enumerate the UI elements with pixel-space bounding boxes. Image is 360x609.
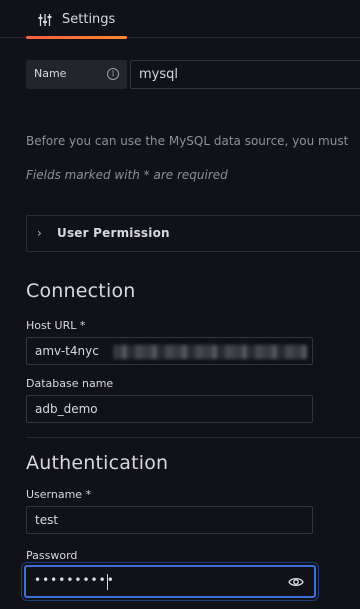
user-permission-label: User Permission [57, 226, 170, 240]
username-label: Username * [26, 488, 92, 501]
tab-bar: Settings [0, 0, 360, 39]
username-input[interactable]: test [26, 506, 313, 534]
password-label: Password [26, 549, 78, 562]
required-fields-note: Fields marked with * are required [26, 168, 228, 182]
database-name-label: Database name [26, 377, 114, 390]
database-name-value: adb_demo [35, 402, 98, 416]
host-url-input[interactable]: amv-t4nyc [26, 337, 313, 365]
name-input-value: mysql [139, 67, 178, 82]
text-caret [107, 574, 108, 590]
tab-settings-label: Settings [62, 12, 116, 27]
password-value: •••••••••• [34, 573, 115, 587]
name-label-text: Name [34, 67, 67, 80]
tab-settings[interactable]: Settings [26, 0, 127, 39]
password-input[interactable]: •••••••••• [24, 565, 316, 598]
name-field-label: Name i [26, 60, 127, 89]
connection-heading: Connection [26, 280, 136, 302]
eye-icon[interactable] [288, 575, 304, 589]
info-icon[interactable]: i [107, 68, 119, 80]
host-url-label: Host URL * [26, 319, 86, 332]
username-value: test [35, 513, 59, 527]
authentication-heading: Authentication [26, 452, 169, 474]
user-permission-section[interactable]: › User Permission [26, 215, 360, 252]
chevron-right-icon: › [37, 226, 42, 240]
section-divider [26, 437, 360, 438]
datasource-description: Before you can use the MySQL data source… [26, 134, 349, 148]
sliders-icon [38, 14, 52, 26]
database-name-input[interactable]: adb_demo [26, 395, 313, 423]
datasource-settings-page: Settings Name i mysql Before you can use… [0, 0, 360, 609]
host-url-value: amv-t4nyc [35, 344, 99, 358]
redacted-host-blur [113, 345, 307, 359]
name-input[interactable]: mysql [130, 60, 360, 89]
active-tab-indicator [26, 36, 127, 39]
